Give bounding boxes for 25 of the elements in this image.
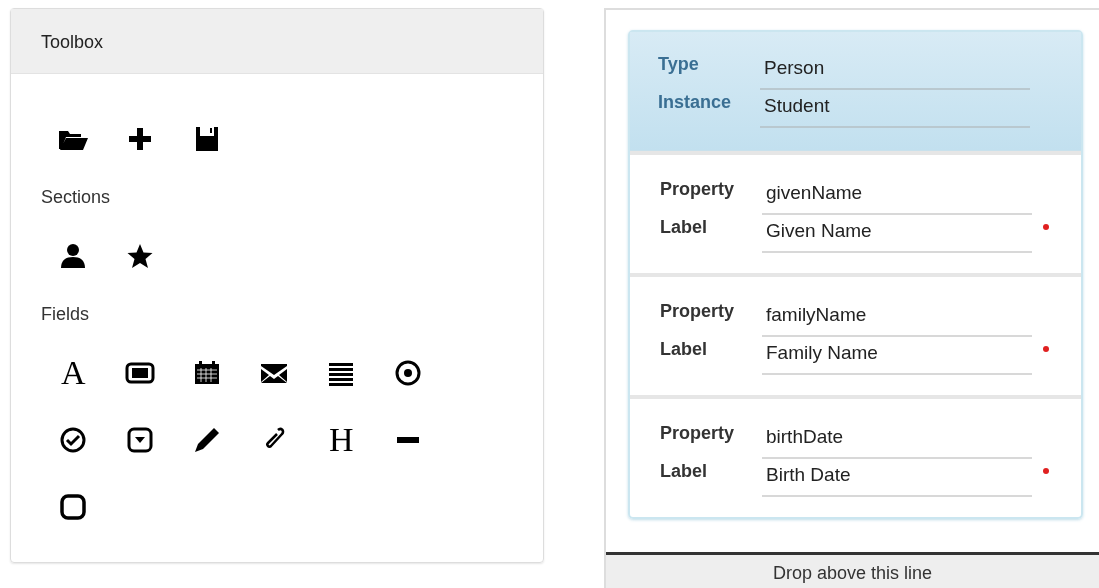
section-heading: Fields <box>41 303 90 326</box>
input-field[interactable]: birthDate <box>762 422 1032 459</box>
input-field[interactable]: Family Name <box>762 338 1032 375</box>
section-heading: Sections <box>41 186 112 209</box>
drop-hint: Drop above this line <box>606 552 1099 588</box>
field-label: Label <box>660 338 708 361</box>
input-field[interactable]: Given Name <box>762 216 1032 253</box>
required-icon <box>1042 223 1050 231</box>
input-field[interactable]: Person <box>760 53 1030 90</box>
field-label: Instance <box>658 91 733 114</box>
field-label: Property <box>660 422 736 445</box>
input-field[interactable]: Birth Date <box>762 460 1032 497</box>
input-field[interactable]: familyName <box>762 300 1032 337</box>
required-icon <box>1042 345 1050 353</box>
panel-title: Toolbox <box>11 9 543 74</box>
required-icon <box>1042 467 1050 475</box>
field-label: Type <box>658 53 700 76</box>
glyph-tool[interactable]: H <box>325 419 392 461</box>
field-label: Property <box>660 178 736 201</box>
input-field[interactable]: givenName <box>762 178 1032 215</box>
field-label: Property <box>660 300 736 323</box>
field-label: Label <box>660 216 708 239</box>
input-field[interactable]: Student <box>760 91 1030 128</box>
glyph-tool[interactable]: A <box>57 352 124 394</box>
field-label: Label <box>660 460 708 483</box>
